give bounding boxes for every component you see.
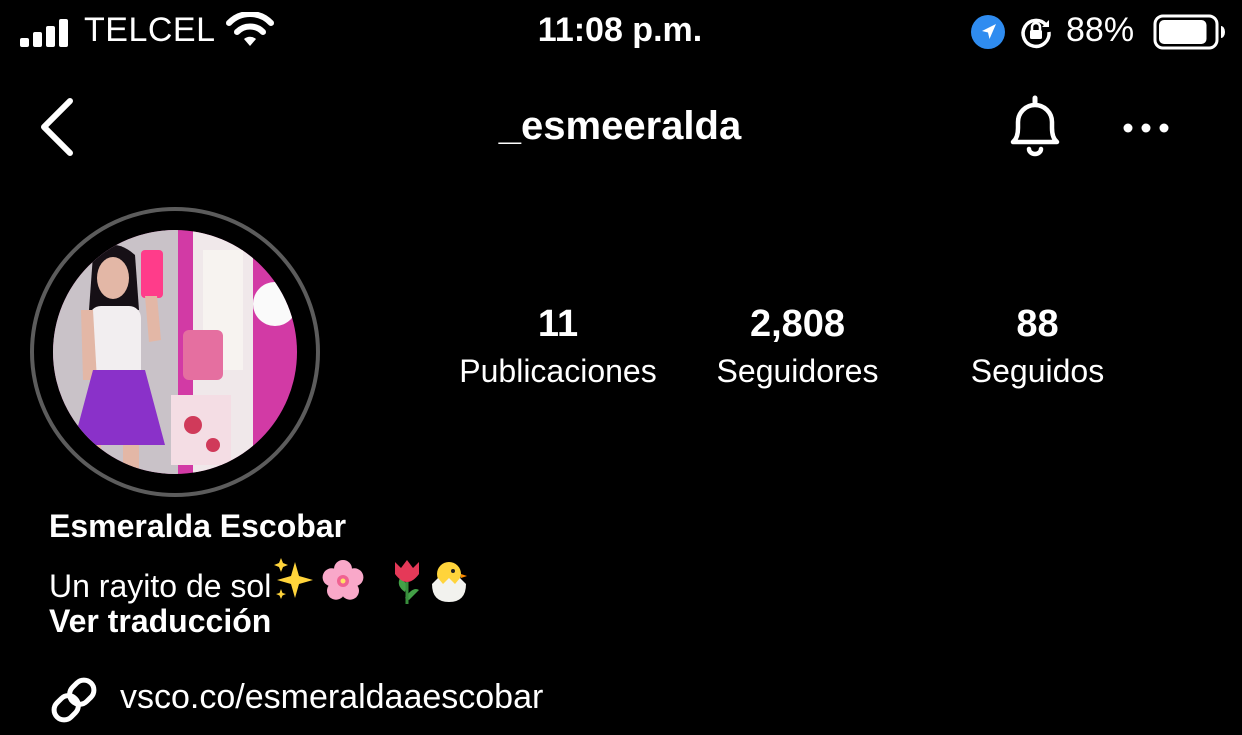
tulip-icon xyxy=(395,560,420,604)
back-button[interactable] xyxy=(34,95,84,159)
lock-rotation-icon xyxy=(1021,18,1051,49)
following-label: Seguidos xyxy=(970,353,1105,389)
bio-link-text: vsco.co/esmeraldaaescobar xyxy=(120,678,544,716)
avatar xyxy=(53,230,297,474)
profile-avatar[interactable] xyxy=(30,207,320,497)
battery-percentage: 88% xyxy=(1066,11,1135,49)
see-translation-link[interactable]: Ver traducción xyxy=(49,603,271,640)
cellular-signal-icon xyxy=(20,17,72,47)
cherry-blossom-icon xyxy=(322,560,364,600)
carrier-name: TELCEL xyxy=(84,11,216,49)
followers-count: 2,808 xyxy=(749,303,846,345)
following-count: 88 xyxy=(1016,303,1059,345)
posts-label: Publicaciones xyxy=(459,353,657,389)
bio: Un rayito de sol xyxy=(49,556,469,606)
posts-count: 11 xyxy=(537,303,579,345)
hatching-chick-icon xyxy=(432,562,468,602)
following-stat[interactable]: 88 Seguidos xyxy=(945,302,1130,396)
bio-text: Un rayito de sol xyxy=(49,568,272,604)
sparkles-icon xyxy=(274,558,314,599)
status-bar: TELCEL 11:08 p.m. 88% xyxy=(0,0,1242,64)
followers-label: Seguidores xyxy=(716,353,879,389)
status-time: 11:08 p.m. xyxy=(537,11,703,49)
location-icon xyxy=(971,15,1005,49)
profile-username: _esmeeralda xyxy=(498,104,742,148)
battery-icon xyxy=(1153,14,1225,50)
avatar-photo xyxy=(53,230,297,474)
link-icon xyxy=(51,677,97,723)
display-name: Esmeralda Escobar xyxy=(49,508,347,544)
followers-stat[interactable]: 2,808 Seguidores xyxy=(690,302,905,396)
wifi-icon xyxy=(226,12,274,46)
bell-icon[interactable] xyxy=(1000,92,1070,162)
bio-emojis xyxy=(274,558,468,604)
more-options-icon[interactable] xyxy=(1118,108,1174,148)
posts-stat[interactable]: 11 Publicaciones xyxy=(445,302,671,396)
back-chevron-icon xyxy=(41,98,73,156)
